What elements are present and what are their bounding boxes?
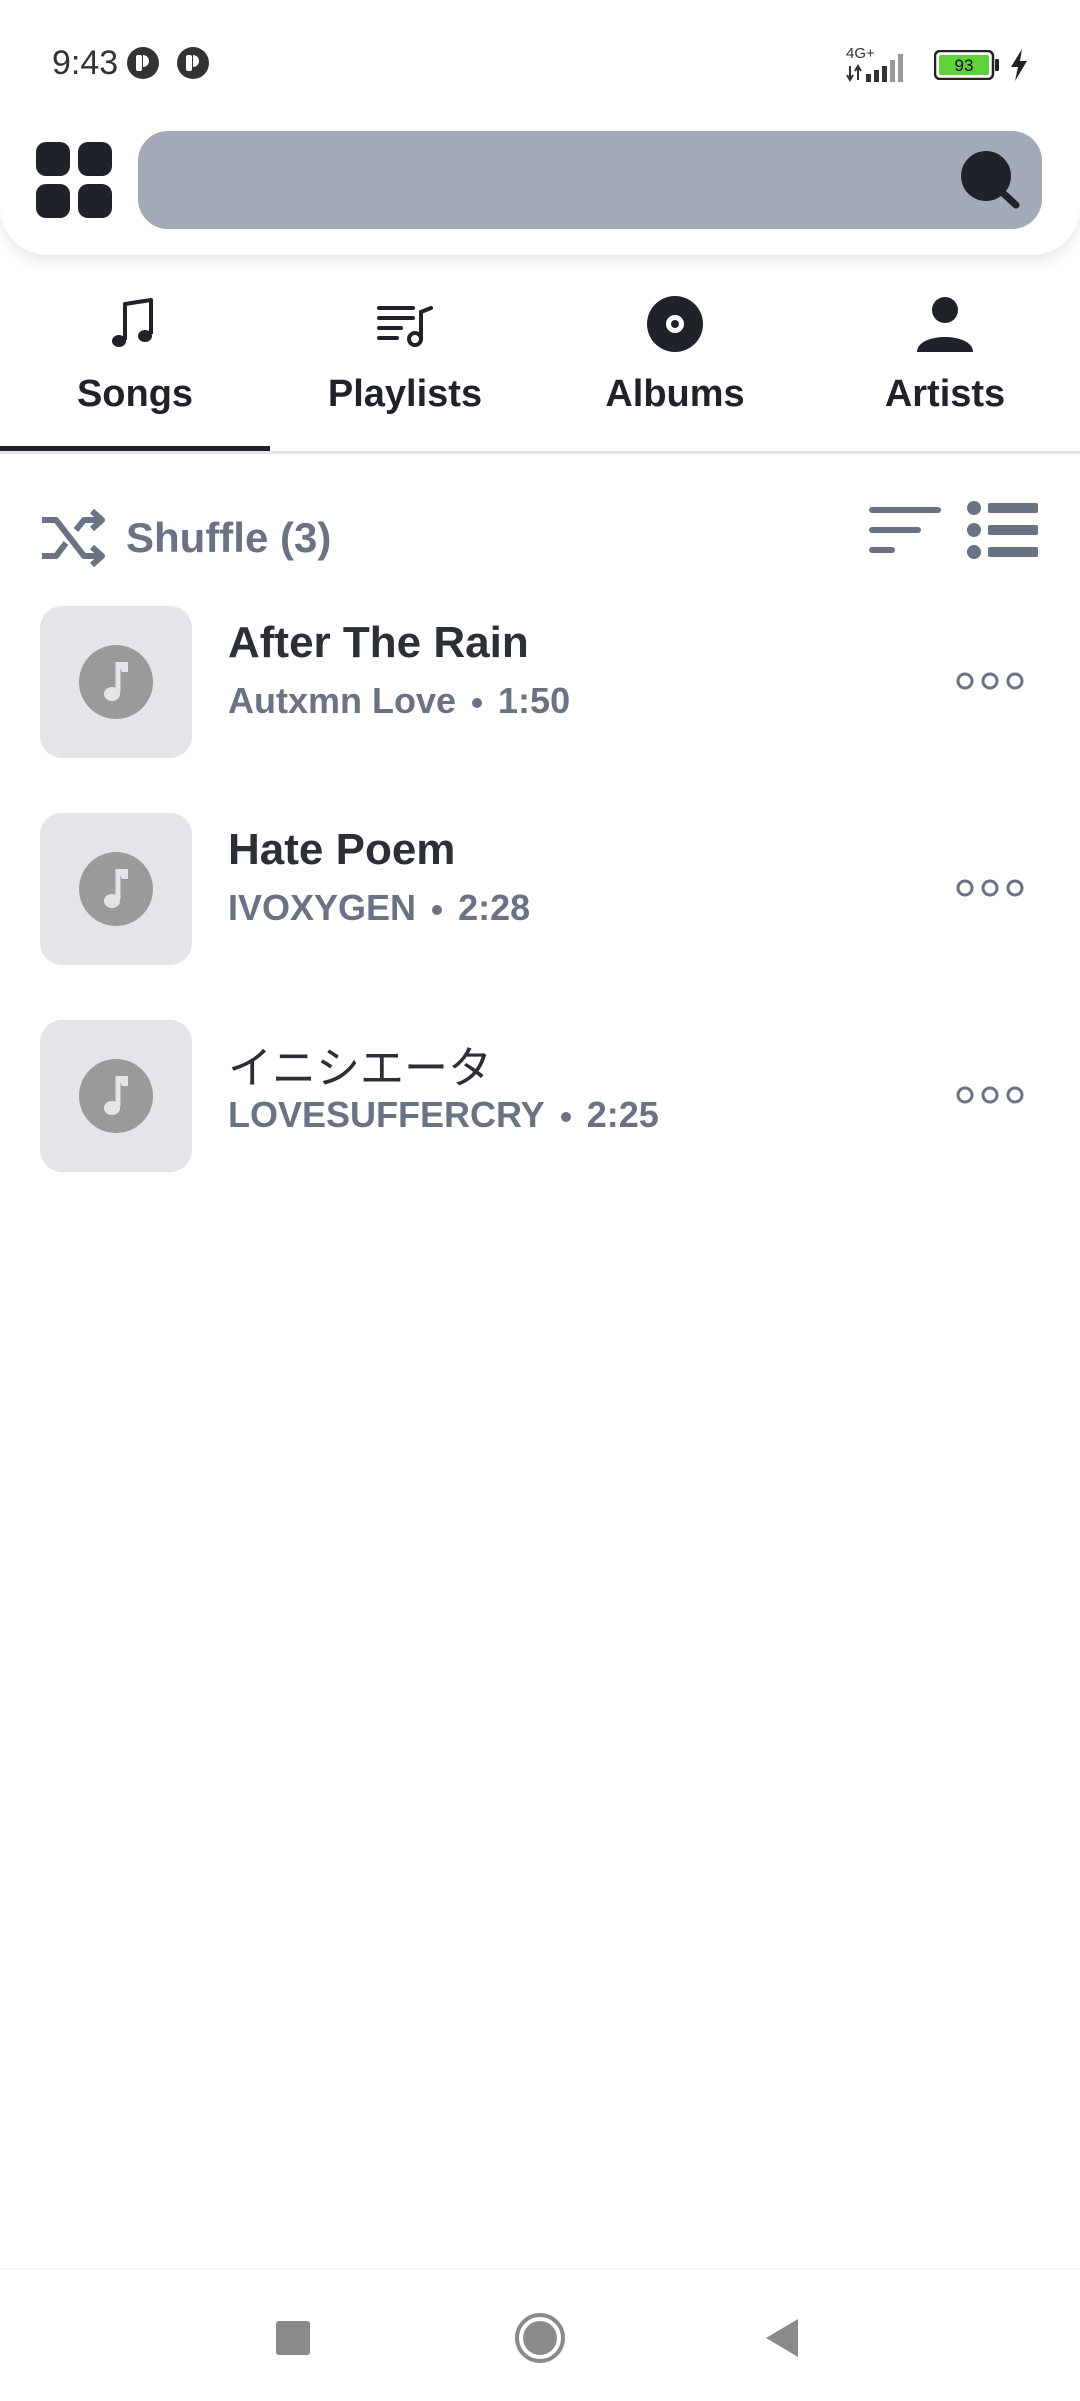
tab-label: Playlists [327, 373, 483, 415]
list-view-button[interactable] [966, 500, 1040, 560]
home-button[interactable] [513, 2311, 567, 2365]
apps-grid-button[interactable] [36, 142, 112, 218]
music-note-icon [79, 645, 153, 719]
music-note-icon [79, 852, 153, 926]
tab-playlists[interactable]: Playlists [270, 270, 540, 454]
separator-dot [472, 698, 483, 709]
library-tabs: Songs Playlists Albums Artists [0, 270, 1080, 454]
album-disc-icon [647, 296, 703, 352]
system-navigation-bar [0, 2268, 1080, 2401]
tab-label: Albums [605, 373, 745, 415]
song-artist: IVOXYGEN [228, 887, 417, 928]
more-options-button[interactable] [950, 873, 1030, 903]
status-time: 9:43 [52, 44, 119, 82]
more-options-button[interactable] [950, 666, 1030, 696]
tabs-divider [0, 451, 1080, 454]
song-artist: LOVESUFFERCRY [228, 1094, 545, 1135]
tab-songs[interactable]: Songs [0, 270, 270, 454]
song-artwork [40, 813, 192, 965]
sort-button[interactable] [868, 500, 942, 560]
separator-dot [560, 1112, 571, 1123]
cellular-signal-icon: 4G+ [846, 45, 903, 82]
song-title: イニシエータ [228, 1044, 492, 1093]
tab-label: Artists [884, 373, 1006, 415]
battery-icon: 93 [933, 49, 1000, 81]
tab-artists[interactable]: Artists [810, 270, 1080, 454]
song-list-item[interactable]: イニシエータ LOVESUFFERCRY 2:25 [0, 1020, 1080, 1190]
song-artwork [40, 606, 192, 758]
song-artist: Autxmn Love [228, 680, 457, 721]
more-options-button[interactable] [950, 1080, 1030, 1110]
tab-albums[interactable]: Albums [540, 270, 810, 454]
song-title: Hate Poem [228, 825, 456, 874]
song-meta: IVOXYGEN 2:28 [228, 887, 530, 929]
song-meta: Autxmn Love 1:50 [228, 680, 570, 722]
song-list-item[interactable]: Hate Poem IVOXYGEN 2:28 [0, 813, 1080, 983]
back-button[interactable] [756, 2311, 810, 2365]
person-icon [917, 297, 973, 352]
song-artwork [40, 1020, 192, 1172]
song-meta: LOVESUFFERCRY 2:25 [228, 1094, 659, 1136]
status-bar: 9:43 4G+ 93 [0, 0, 1080, 130]
song-duration: 2:25 [586, 1094, 659, 1135]
battery-level: 93 [955, 56, 974, 75]
separator-dot [432, 905, 443, 916]
recents-button[interactable] [266, 2311, 320, 2365]
playlist-icon [377, 306, 433, 347]
music-note-icon [79, 1059, 153, 1133]
search-bar[interactable] [138, 131, 1042, 231]
shuffle-icon [42, 508, 105, 568]
song-list-item[interactable]: After The Rain Autxmn Love 1:50 [0, 606, 1080, 776]
search-icon[interactable] [960, 149, 1022, 211]
song-title: After The Rain [228, 618, 529, 667]
app-notification-icon [177, 47, 209, 79]
song-duration: 1:50 [498, 680, 571, 721]
network-type-label: 4G+ [846, 45, 875, 62]
song-duration: 2:28 [458, 887, 531, 928]
shuffle-label: Shuffle (3) [126, 514, 332, 561]
search-input[interactable] [168, 131, 932, 231]
app-header: 9:43 4G+ 93 [0, 0, 1080, 255]
app-notification-icon [127, 47, 159, 79]
charging-icon [1011, 49, 1027, 81]
music-note-icon [112, 298, 153, 347]
tab-label: Songs [76, 373, 194, 415]
